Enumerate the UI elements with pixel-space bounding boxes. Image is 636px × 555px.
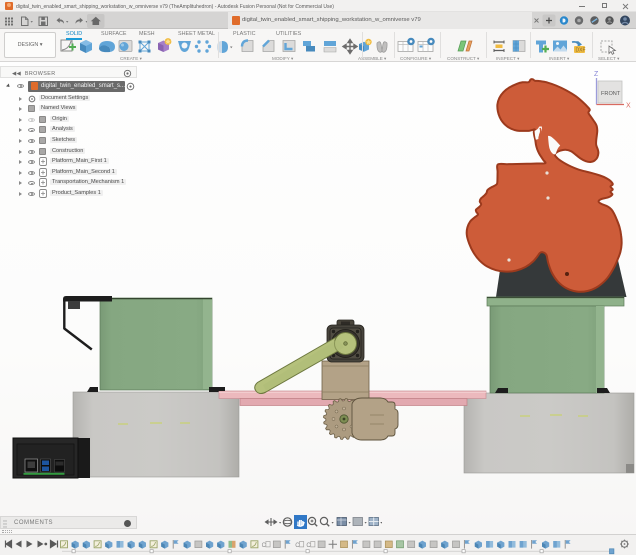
svg-text:DXF: DXF — [576, 48, 586, 54]
svg-text:Z: Z — [594, 71, 599, 78]
svg-text:FRONT: FRONT — [601, 91, 621, 97]
svg-text:X: X — [626, 103, 631, 110]
